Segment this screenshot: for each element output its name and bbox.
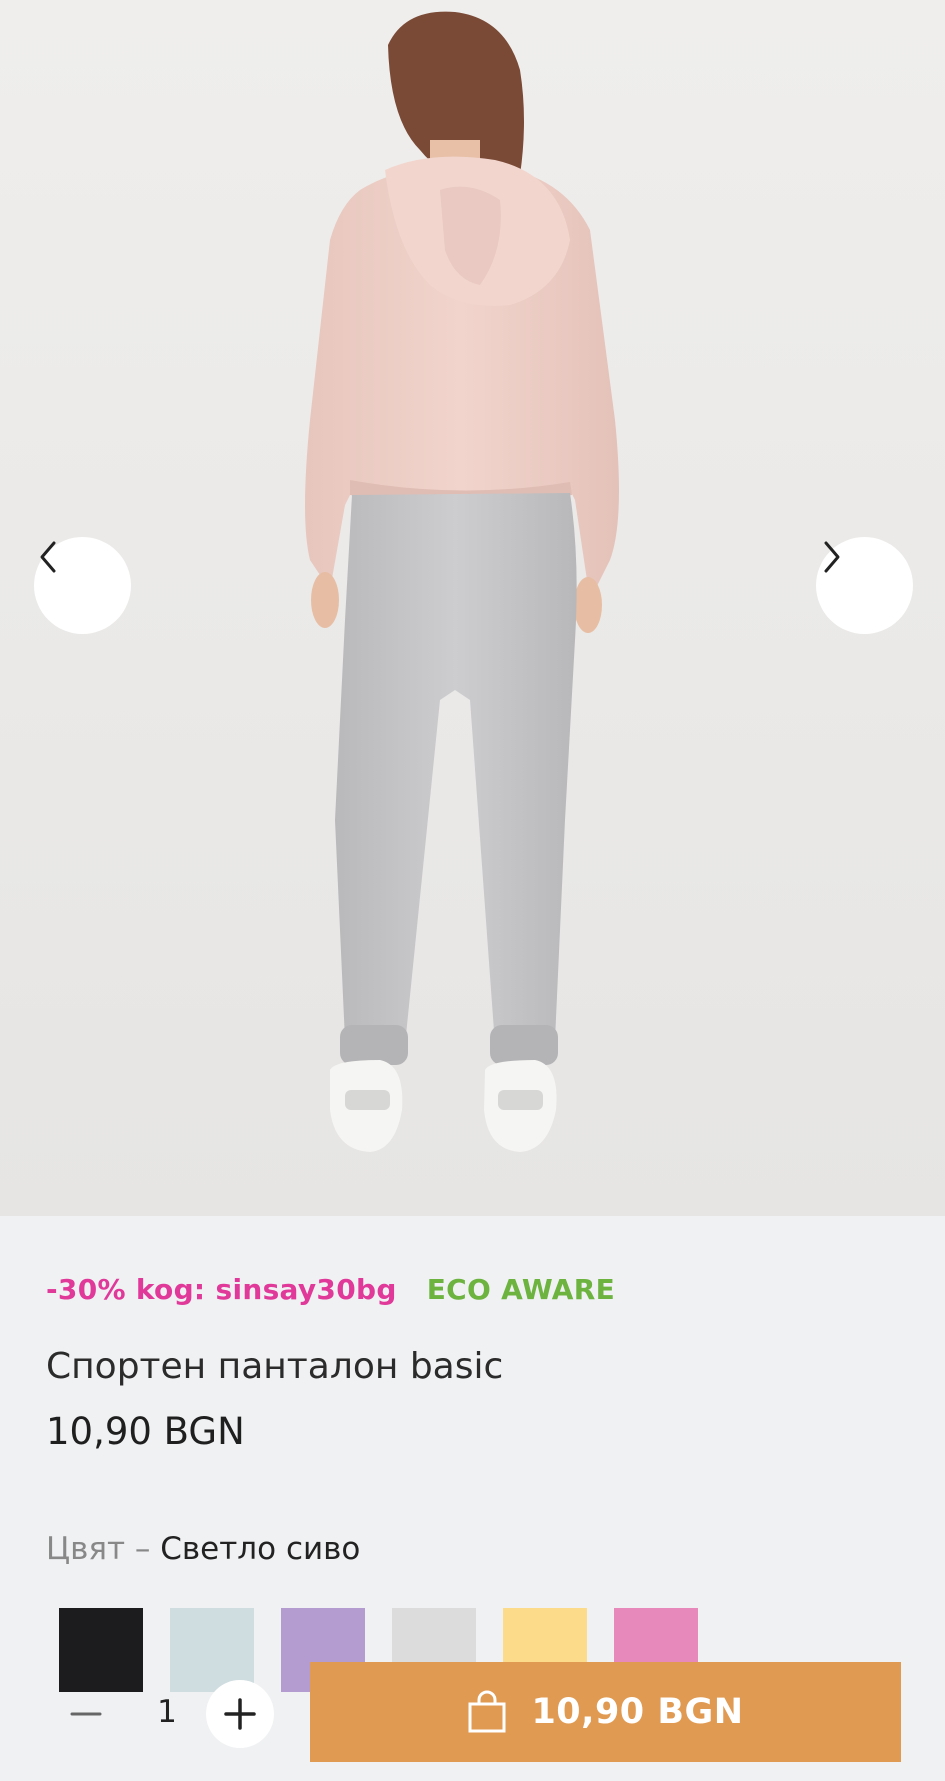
- increase-quantity-button[interactable]: [206, 1680, 274, 1748]
- chevron-left-icon: [40, 541, 56, 573]
- product-photo: [0, 0, 945, 1216]
- product-badges: -30% kog: sinsay30bg ECO AWARE: [46, 1273, 615, 1306]
- chevron-right-icon: [824, 541, 840, 573]
- product-image-gallery[interactable]: [0, 0, 945, 1216]
- plus-icon: [224, 1698, 256, 1730]
- color-label: Цвят –: [46, 1531, 161, 1567]
- shopping-bag-icon: [468, 1690, 506, 1733]
- minus-icon: [70, 1712, 102, 1716]
- decrease-quantity-button[interactable]: [52, 1680, 120, 1748]
- quantity-value: 1: [157, 1694, 177, 1730]
- next-image-button[interactable]: [816, 537, 913, 634]
- product-price: 10,90 BGN: [46, 1410, 245, 1453]
- add-to-cart-price: 10,90 BGN: [531, 1692, 744, 1732]
- add-to-cart-button[interactable]: 10,90 BGN: [310, 1662, 901, 1762]
- eco-aware-badge: ECO AWARE: [426, 1273, 616, 1306]
- previous-image-button[interactable]: [34, 537, 131, 634]
- product-title: Спортен панталон basic: [46, 1346, 504, 1387]
- color-selector-label: Цвят – Светло сиво: [46, 1531, 360, 1567]
- promo-code-badge: -30% kog: sinsay30bg: [46, 1273, 397, 1306]
- selected-color-name: Светло сиво: [160, 1531, 361, 1567]
- quantity-stepper: 1: [52, 1680, 282, 1748]
